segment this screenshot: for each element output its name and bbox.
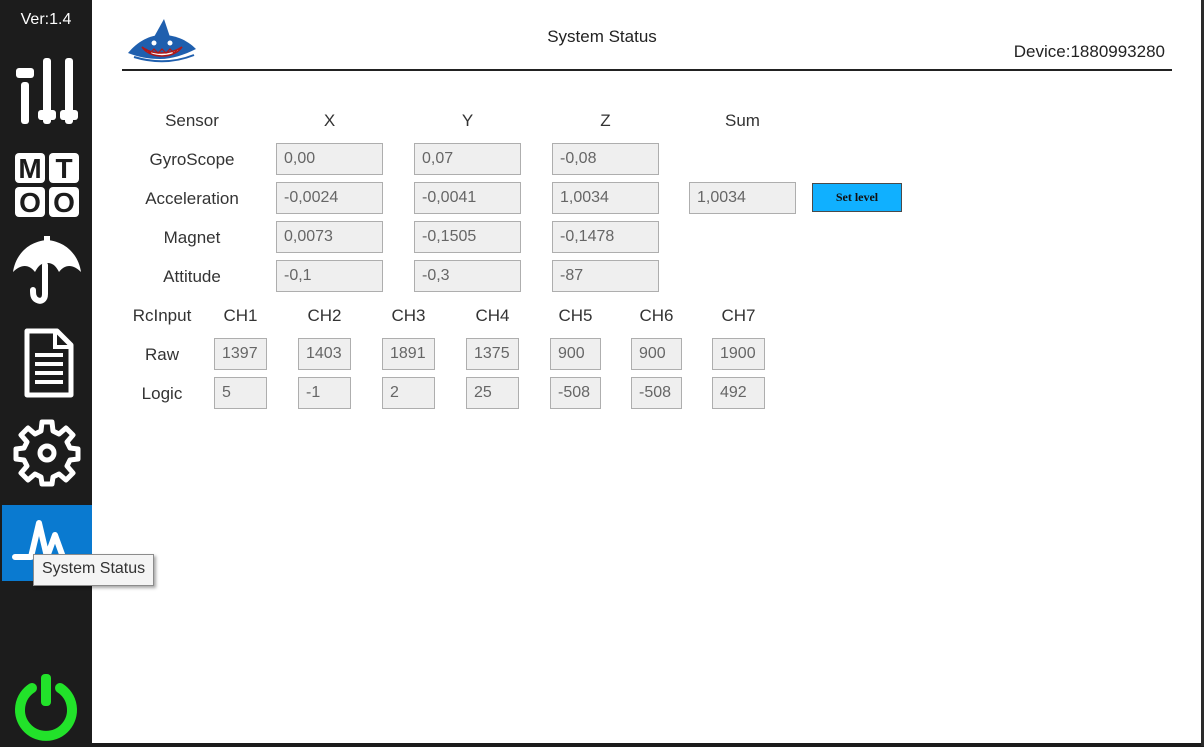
svg-text:O: O	[53, 187, 75, 218]
svg-text:O: O	[19, 187, 41, 218]
attitude-x-field[interactable]: -0,1	[276, 260, 383, 292]
ch6-header: CH6	[639, 306, 674, 325]
logic-label: Logic	[141, 384, 183, 403]
y-column-header: Y	[461, 111, 474, 130]
attitude-y-field[interactable]: -0,3	[414, 260, 521, 292]
raw-ch2-field[interactable]: 1403	[298, 338, 351, 370]
magnet-z-field[interactable]: -0,1478	[552, 221, 659, 253]
x-column-header: X	[323, 111, 336, 130]
sidebar-item-settings[interactable]	[2, 414, 92, 490]
acceleration-sum-field[interactable]: 1,0034	[689, 182, 796, 214]
magnet-x-field[interactable]: 0,0073	[276, 221, 383, 253]
raw-ch1-field[interactable]: 1397	[214, 338, 267, 370]
ch5-header: CH5	[558, 306, 593, 325]
gyroscope-x-field[interactable]: 0,00	[276, 143, 383, 175]
raw-ch3-field[interactable]: 1891	[382, 338, 435, 370]
acceleration-y-field[interactable]: -0,0041	[414, 182, 521, 214]
ch4-header: CH4	[475, 306, 510, 325]
raw-ch7-field[interactable]: 1900	[712, 338, 765, 370]
magnet-y-field[interactable]: -0,1505	[414, 221, 521, 253]
sidebar-item-protection[interactable]	[2, 232, 92, 308]
sidebar-item-sliders[interactable]	[2, 52, 92, 128]
logic-ch7-field[interactable]: 492	[712, 377, 765, 409]
sidebar-item-motor-test[interactable]: M T O O	[2, 145, 92, 221]
power-button[interactable]	[10, 670, 82, 742]
attitude-label: Attitude	[163, 267, 221, 286]
logic-ch5-field[interactable]: -508	[550, 377, 601, 409]
main-panel: System Status Device:1880993280 Sensor X…	[92, 0, 1201, 743]
attitude-z-field[interactable]: -87	[552, 260, 659, 292]
raw-ch6-field[interactable]: 900	[631, 338, 682, 370]
acceleration-label: Acceleration	[145, 189, 239, 208]
ch7-header: CH7	[721, 306, 756, 325]
logic-ch1-field[interactable]: 5	[214, 377, 267, 409]
z-column-header: Z	[600, 111, 611, 130]
ch1-header: CH1	[223, 306, 258, 325]
acceleration-z-field[interactable]: 1,0034	[552, 182, 659, 214]
ch2-header: CH2	[307, 306, 342, 325]
set-level-button[interactable]: Set level	[812, 183, 902, 212]
sidebar: Ver:1.4 M T O O	[0, 0, 92, 746]
logic-ch4-field[interactable]: 25	[466, 377, 519, 409]
mt-oo-icon: M T O O	[15, 153, 79, 218]
umbrella-icon	[13, 236, 81, 304]
tooltip: System Status	[33, 554, 155, 586]
acceleration-x-field[interactable]: -0,0024	[276, 182, 383, 214]
raw-ch5-field[interactable]: 900	[550, 338, 601, 370]
gear-icon	[13, 419, 81, 487]
power-icon	[15, 674, 77, 741]
document-icon	[24, 328, 74, 398]
ch3-header: CH3	[391, 306, 426, 325]
sensor-column-header: Sensor	[165, 111, 219, 130]
gyroscope-y-field[interactable]: 0,07	[414, 143, 521, 175]
svg-text:T: T	[55, 153, 72, 184]
gyroscope-label: GyroScope	[149, 150, 235, 169]
sum-column-header: Sum	[725, 111, 760, 130]
gyroscope-z-field[interactable]: -0,08	[552, 143, 659, 175]
logic-ch6-field[interactable]: -508	[631, 377, 682, 409]
magnet-label: Magnet	[163, 228, 221, 247]
svg-text:M: M	[18, 153, 41, 184]
sidebar-item-log[interactable]	[2, 325, 92, 401]
raw-label: Raw	[144, 345, 179, 364]
page-title: System Status	[547, 27, 657, 46]
rcinput-label: RcInput	[132, 306, 192, 325]
version-label: Ver:1.4	[20, 11, 72, 28]
logic-ch3-field[interactable]: 2	[382, 377, 435, 409]
logic-ch2-field[interactable]: -1	[298, 377, 351, 409]
device-id: Device:1880993280	[1013, 42, 1165, 61]
raw-ch4-field[interactable]: 1375	[466, 338, 519, 370]
header-divider	[122, 69, 1172, 71]
sliders-icon	[16, 58, 78, 124]
